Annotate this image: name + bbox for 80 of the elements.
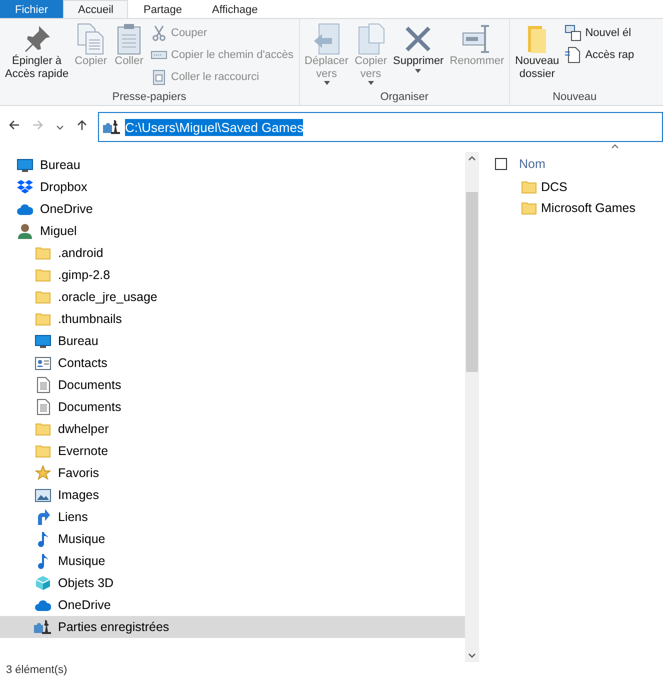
tree-item[interactable]: .thumbnails bbox=[0, 308, 465, 330]
tree-item[interactable]: Musique bbox=[0, 528, 465, 550]
desktop-icon bbox=[35, 334, 51, 348]
scissors-icon bbox=[151, 25, 167, 41]
up-arrow-icon bbox=[76, 119, 88, 131]
desktop-icon bbox=[17, 158, 33, 172]
tree-item[interactable]: Documents bbox=[0, 374, 465, 396]
forward-arrow-icon bbox=[32, 119, 44, 131]
folder-icon bbox=[35, 289, 51, 305]
caret-icon bbox=[324, 81, 330, 86]
chevron-down-icon bbox=[468, 653, 476, 658]
tree-item[interactable]: Contacts bbox=[0, 352, 465, 374]
group-label: Presse-papiers bbox=[112, 91, 186, 103]
tree-item[interactable]: Dropbox bbox=[0, 176, 465, 198]
tree-item[interactable]: Liens bbox=[0, 506, 465, 528]
tree-item[interactable]: .oracle_jre_usage bbox=[0, 286, 465, 308]
tree-item[interactable]: Evernote bbox=[0, 440, 465, 462]
folder-icon bbox=[35, 267, 51, 283]
chevron-down-icon bbox=[56, 125, 64, 131]
tree-item[interactable]: Miguel bbox=[0, 220, 465, 242]
folder-icon bbox=[521, 200, 537, 216]
column-header[interactable]: Nom bbox=[519, 157, 546, 171]
back-arrow-icon bbox=[8, 119, 20, 131]
user-icon bbox=[18, 223, 32, 239]
group-label: Organiser bbox=[380, 91, 428, 103]
tree-item[interactable]: Musique bbox=[0, 550, 465, 572]
address-field[interactable]: C:\Users\Miguel\Saved Games bbox=[98, 112, 663, 142]
caret-icon bbox=[415, 68, 422, 73]
puzzle-chess-icon bbox=[103, 119, 121, 135]
ribbon-button[interactable]: Nouvel él bbox=[563, 24, 636, 42]
tree-item[interactable]: Bureau bbox=[0, 330, 465, 352]
document-icon bbox=[36, 377, 50, 393]
folder-icon bbox=[521, 178, 537, 194]
folder-icon bbox=[35, 421, 51, 437]
ribbon-button[interactable]: Nouveau dossier bbox=[513, 22, 562, 91]
puzzle-chess-icon bbox=[34, 619, 52, 635]
cloud-icon bbox=[35, 600, 51, 610]
document-icon bbox=[565, 47, 582, 63]
ribbon-tab[interactable]: Accueil bbox=[63, 0, 128, 18]
chevron-up-icon bbox=[468, 156, 476, 161]
group-label: Nouveau bbox=[552, 91, 597, 103]
music-note-icon bbox=[37, 553, 49, 569]
tree-item[interactable]: Images bbox=[0, 484, 465, 506]
new-item-icon bbox=[565, 25, 582, 41]
tree-item[interactable]: dwhelper bbox=[0, 418, 465, 440]
tree-item[interactable]: Bureau bbox=[0, 154, 465, 176]
star-icon bbox=[35, 465, 51, 481]
caret-icon bbox=[368, 81, 374, 86]
folder-icon bbox=[35, 245, 51, 261]
arrow-icon bbox=[36, 509, 50, 525]
document-icon bbox=[36, 399, 50, 415]
tree-item[interactable]: Objets 3D bbox=[0, 572, 465, 594]
ribbon-button[interactable]: Épingler à Accès rapide bbox=[3, 22, 71, 91]
file-item[interactable]: Microsoft Games bbox=[495, 197, 663, 218]
images-icon bbox=[35, 488, 51, 502]
cloud-icon bbox=[17, 204, 33, 214]
music-note-icon bbox=[37, 531, 49, 547]
ribbon-tab[interactable]: Partage bbox=[128, 0, 198, 18]
tree-item[interactable]: .gimp-2.8 bbox=[0, 264, 465, 286]
file-item[interactable]: DCS bbox=[495, 176, 663, 197]
shortcut-icon bbox=[151, 69, 167, 85]
ribbon-button[interactable]: Supprimer bbox=[390, 22, 446, 91]
tree-item[interactable]: Favoris bbox=[0, 462, 465, 484]
tree-item[interactable]: OneDrive bbox=[0, 594, 465, 616]
folder-icon bbox=[35, 443, 51, 459]
tree-item[interactable]: OneDrive bbox=[0, 198, 465, 220]
scrollbar[interactable] bbox=[465, 152, 479, 662]
ribbon-tab[interactable]: Fichier bbox=[0, 0, 64, 18]
contacts-icon bbox=[35, 356, 51, 370]
sort-caret-icon bbox=[611, 144, 619, 149]
status-text: 3 élément(s) bbox=[5, 663, 68, 678]
tree-item[interactable]: Parties enregistrées bbox=[0, 616, 465, 638]
cube-icon bbox=[35, 575, 51, 591]
tree-item[interactable]: Documents bbox=[0, 396, 465, 418]
dropbox-icon bbox=[17, 180, 33, 194]
ribbon-button[interactable]: Accès rap bbox=[563, 46, 636, 64]
folder-icon bbox=[35, 311, 51, 327]
ribbon-tab[interactable]: Affichage bbox=[197, 0, 273, 18]
select-all-checkbox[interactable] bbox=[495, 158, 507, 170]
tree-item[interactable]: .android bbox=[0, 242, 465, 264]
